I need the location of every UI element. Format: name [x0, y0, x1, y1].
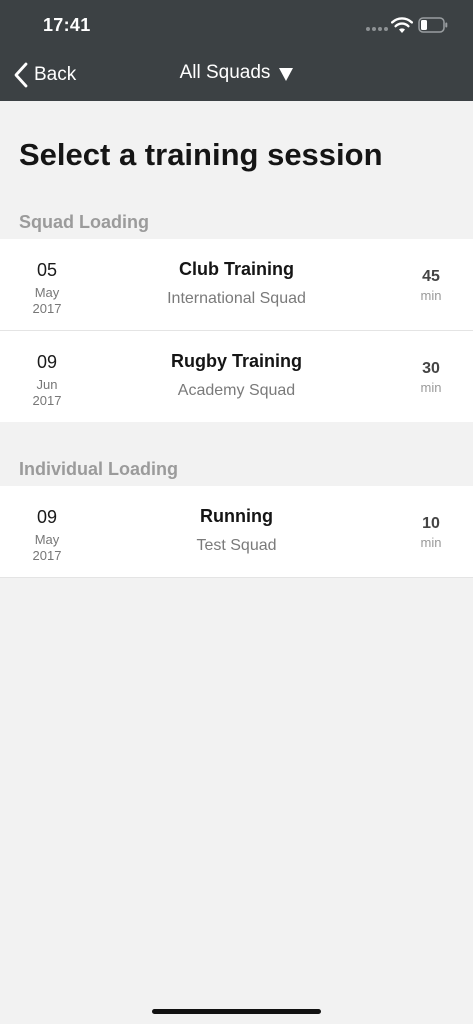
session-duration: 10 min — [406, 486, 456, 577]
navigation-bar: 17:41 Back All Squads — [0, 0, 473, 101]
session-list-individual-loading: 09 May 2017 Running Test Squad 10 min — [0, 486, 473, 578]
session-row[interactable]: 09 May 2017 Running Test Squad 10 min — [0, 486, 473, 577]
cellular-signal-icon — [366, 27, 388, 31]
session-title: Club Training — [179, 259, 294, 279]
session-list-squad-loading: 05 May 2017 Club Training International … — [0, 239, 473, 422]
status-time: 17:41 — [43, 15, 91, 35]
session-year: 2017 — [32, 301, 62, 316]
dropdown-triangle-icon — [279, 67, 294, 81]
section-header-individual-loading: Individual Loading — [19, 459, 178, 479]
session-row[interactable]: 05 May 2017 Club Training International … — [0, 239, 473, 331]
session-month: May — [34, 532, 60, 547]
section-header-squad-loading: Squad Loading — [19, 212, 149, 232]
battery-icon — [418, 17, 448, 33]
duration-unit: min — [420, 288, 442, 303]
session-duration: 45 min — [406, 239, 456, 330]
duration-unit: min — [420, 380, 442, 395]
session-squad: Test Squad — [196, 537, 277, 554]
duration-value: 10 — [422, 515, 440, 532]
session-row[interactable]: 09 Jun 2017 Rugby Training Academy Squad… — [0, 331, 473, 422]
session-squad: International Squad — [167, 290, 306, 307]
wifi-icon — [391, 17, 413, 33]
duration-unit: min — [420, 535, 442, 550]
session-date: 09 Jun 2017 — [17, 331, 77, 422]
session-date: 05 May 2017 — [17, 239, 77, 330]
chevron-left-icon — [14, 62, 28, 88]
session-day: 09 — [36, 352, 58, 372]
back-button[interactable]: Back — [12, 59, 76, 91]
session-title: Rugby Training — [170, 351, 302, 371]
session-day: 05 — [36, 260, 58, 280]
session-year: 2017 — [32, 393, 62, 408]
session-squad: Academy Squad — [177, 382, 296, 399]
session-month: Jun — [36, 377, 58, 392]
home-indicator[interactable] — [152, 1009, 321, 1014]
session-day: 09 — [36, 507, 58, 527]
session-year: 2017 — [32, 548, 62, 563]
session-title: Running — [200, 506, 273, 526]
session-duration: 30 min — [406, 331, 456, 422]
session-month: May — [34, 285, 60, 300]
back-label: Back — [34, 64, 77, 85]
page-title: Select a training session — [19, 137, 383, 172]
session-date: 09 May 2017 — [17, 486, 77, 577]
duration-value: 30 — [422, 360, 440, 377]
duration-value: 45 — [422, 268, 440, 285]
squad-filter-label: All Squads — [179, 62, 271, 83]
squad-filter-dropdown[interactable]: All Squads — [180, 62, 294, 84]
